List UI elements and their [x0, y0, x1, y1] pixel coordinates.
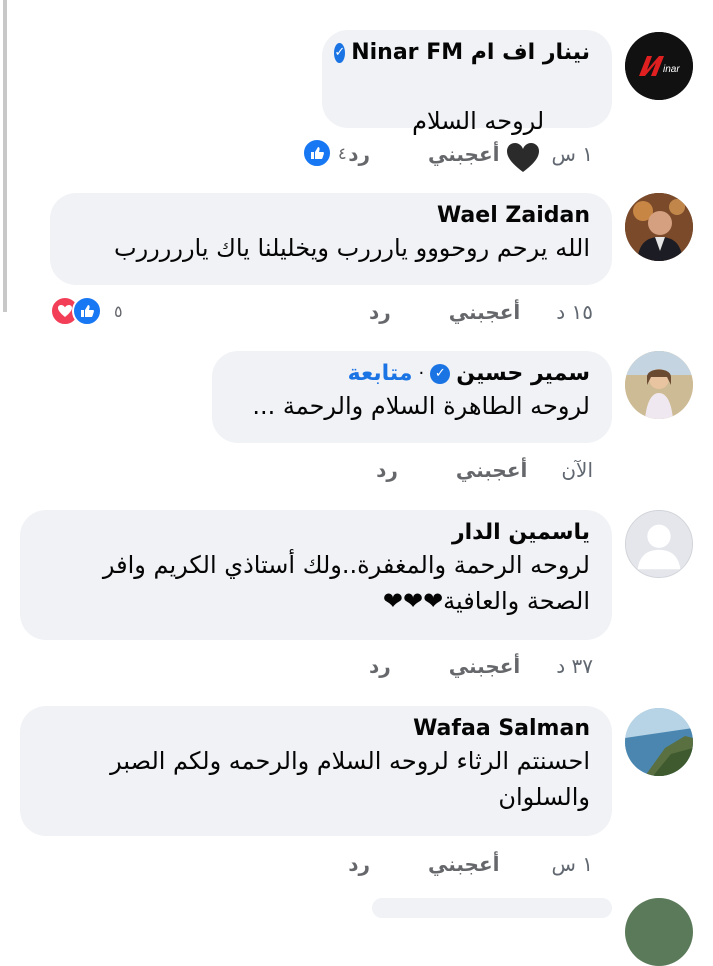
default-profile-icon: [626, 511, 692, 577]
avatar[interactable]: [625, 351, 693, 419]
avatar[interactable]: [625, 510, 693, 578]
avatar[interactable]: [625, 193, 693, 261]
like-button[interactable]: أعجبني: [449, 300, 521, 324]
comment-text: احسنتم الرثاء لروحه السلام والرحمه ولكم …: [110, 747, 590, 811]
comment-actions: ١ س أعجبني رد: [348, 852, 593, 876]
follow-button[interactable]: متابعة: [348, 361, 413, 386]
svg-text:inar: inar: [663, 64, 680, 75]
comment-text: لروحه الرحمة والمغفرة..ولك أستاذي الكريم…: [102, 551, 590, 615]
ninar-logo-icon: inar: [625, 32, 693, 100]
comment-time[interactable]: ١ س: [551, 852, 593, 876]
author-name[interactable]: Wael Zaidan: [437, 203, 590, 228]
like-reaction-icon: [72, 296, 102, 326]
author-name[interactable]: سمير حسين: [456, 361, 590, 386]
like-button[interactable]: أعجبني: [428, 142, 500, 166]
comment-time[interactable]: الآن: [561, 458, 593, 482]
comment-bubble: نينار اف ام Ninar FM ✓ لروحه السلام: [322, 30, 612, 172]
like-button[interactable]: أعجبني: [428, 852, 500, 876]
reply-button[interactable]: رد: [369, 300, 391, 324]
verified-badge-icon: ✓: [334, 42, 346, 63]
avatar[interactable]: [625, 708, 693, 776]
comment-actions: الآن أعجبني رد: [376, 458, 593, 482]
comment-bubble: ياسمين الدار لروحه الرحمة والمغفرة..ولك …: [20, 510, 612, 640]
reply-button[interactable]: رد: [348, 142, 370, 166]
avatar[interactable]: inar: [625, 32, 693, 100]
like-button[interactable]: أعجبني: [449, 654, 521, 678]
reaction-count: ٤: [338, 143, 347, 163]
like-button[interactable]: أعجبني: [456, 458, 528, 482]
comment-actions: ١ س أعجبني رد: [348, 142, 593, 166]
reactions-summary[interactable]: ٥: [50, 296, 123, 326]
comment-time[interactable]: ١ س: [551, 142, 593, 166]
avatar-photo-icon: [625, 351, 693, 419]
comment-actions: ٣٧ د أعجبني رد: [369, 654, 593, 678]
author-name[interactable]: Wafaa Salman: [413, 716, 590, 741]
reply-button[interactable]: رد: [348, 852, 370, 876]
comment-actions: ١٥ د أعجبني رد: [369, 300, 593, 324]
author-name[interactable]: نينار اف ام Ninar FM: [351, 40, 590, 65]
next-comment-avatar-partial: [625, 898, 693, 966]
reactions-summary[interactable]: ٤: [302, 138, 347, 168]
reply-button[interactable]: رد: [369, 654, 391, 678]
like-reaction-icon: [302, 138, 332, 168]
reply-button[interactable]: رد: [376, 458, 398, 482]
avatar-photo-icon: [625, 708, 693, 776]
comment-time[interactable]: ١٥ د: [556, 300, 593, 324]
separator-dot: ·: [418, 363, 425, 384]
author-name[interactable]: ياسمين الدار: [452, 520, 590, 545]
comment-text: لروحه السلام: [344, 67, 590, 211]
comment-text: لروحه الطاهرة السلام والرحمة ...: [252, 392, 590, 420]
comment-text: الله يرحم روحووو يارررب ويخليلنا ياك يار…: [113, 234, 590, 262]
verified-badge-icon: ✓: [430, 363, 451, 384]
comment-bubble: Wafaa Salman احسنتم الرثاء لروحه السلام …: [20, 706, 612, 836]
comment-bubble: Wael Zaidan الله يرحم روحووو يارررب ويخل…: [50, 193, 612, 285]
comment-bubble: سمير حسين ✓ · متابعة لروحه الطاهرة السلا…: [212, 351, 612, 443]
next-comment-bubble-partial: [372, 898, 612, 918]
reaction-count: ٥: [114, 301, 123, 321]
scrollbar[interactable]: [3, 0, 7, 312]
comment-time[interactable]: ٣٧ د: [556, 654, 593, 678]
avatar-photo-icon: [625, 193, 693, 261]
